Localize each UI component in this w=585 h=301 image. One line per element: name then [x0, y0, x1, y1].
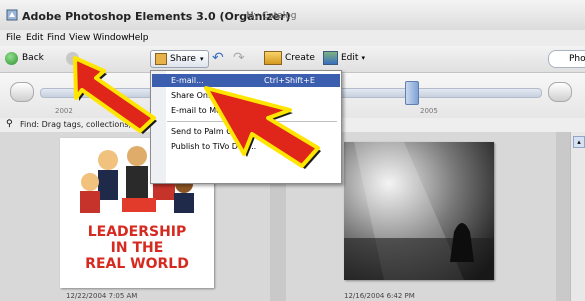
share-label: Share — [170, 54, 196, 64]
back-arrow-icon — [5, 51, 18, 65]
photo-thumbnail-window-light[interactable] — [344, 142, 494, 280]
chevron-down-icon: ▾ — [361, 54, 365, 62]
create-button[interactable]: Create — [264, 50, 315, 66]
timeline-slider-handle[interactable] — [405, 81, 419, 105]
timeline-year-2005: 2005 — [420, 107, 438, 115]
photo-view-label: Pho — [569, 54, 585, 64]
find-bar-text: Find: Drag tags, collections, p — [20, 120, 139, 129]
edit-button[interactable]: Edit ▾ — [323, 50, 365, 66]
photo-date: 12/22/2004 7:05 AM — [66, 292, 138, 300]
create-icon — [264, 51, 282, 65]
forward-button[interactable] — [66, 50, 79, 66]
edit-photo-icon — [323, 51, 338, 65]
app-icon — [6, 9, 18, 21]
menu-bar: File Edit Find View Window Help — [0, 30, 585, 46]
forward-arrow-icon — [66, 51, 79, 65]
menu-separator — [167, 121, 337, 122]
toolbar: Back Share ▾ ↶ ↷ Create Edit ▾ Pho — [0, 46, 585, 73]
vertical-scrollbar[interactable]: ▴ — [570, 132, 585, 301]
menu-edit[interactable]: Edit — [26, 33, 43, 43]
binoculars-icon: ⚲ — [6, 119, 13, 129]
menu-item-email-mobile[interactable]: E-mail to Mobile F — [152, 104, 340, 117]
back-label: Back — [22, 53, 44, 63]
menu-view[interactable]: View — [69, 33, 90, 43]
create-label: Create — [285, 53, 315, 63]
photo-date: 12/16/2004 6:42 PM — [344, 292, 415, 300]
chevron-down-icon: ▾ — [199, 55, 204, 63]
rotate-left-icon: ↶ — [212, 50, 224, 66]
cover-title-line-3: REAL WORLD — [85, 256, 189, 272]
share-icon — [155, 53, 167, 65]
menu-file[interactable]: File — [6, 33, 21, 43]
catalog-name: My Catalog — [246, 11, 297, 21]
title-bar: Adobe Photoshop Elements 3.0 (Organizer)… — [0, 0, 585, 31]
menu-find[interactable]: Find — [47, 33, 65, 43]
menu-help[interactable]: Help — [128, 33, 149, 43]
share-button[interactable]: Share ▾ — [150, 50, 209, 68]
bw-photo-art — [344, 142, 494, 280]
rotate-left-button[interactable]: ↶ — [212, 50, 224, 66]
rotate-right-icon: ↷ — [233, 50, 245, 66]
timeline-year-2002: 2002 — [55, 107, 73, 115]
edit-label: Edit — [341, 53, 359, 63]
back-button[interactable]: Back — [5, 50, 44, 66]
share-dropdown-menu: E-mail... Ctrl+Shift+E Share Online... E… — [150, 70, 342, 184]
scroll-up-icon[interactable]: ▴ — [573, 136, 585, 148]
menu-item-publish-tivo[interactable]: Publish to TiVo DVR... — [152, 140, 340, 153]
timeline-left-button[interactable] — [10, 82, 34, 102]
photo-view-button[interactable]: Pho — [548, 50, 585, 68]
menu-item-email[interactable]: E-mail... Ctrl+Shift+E — [152, 74, 340, 87]
rotate-right-button[interactable]: ↷ — [233, 50, 245, 66]
menu-item-share-online[interactable]: Share Online... — [152, 89, 340, 102]
menu-window[interactable]: Window — [93, 33, 129, 43]
menu-item-send-palm[interactable]: Send to Palm OS Ha — [152, 125, 340, 138]
timeline-right-button[interactable] — [548, 82, 572, 102]
cover-title-line-2: IN THE — [110, 240, 164, 256]
cover-title-line-1: LEADERSHIP — [87, 224, 187, 240]
